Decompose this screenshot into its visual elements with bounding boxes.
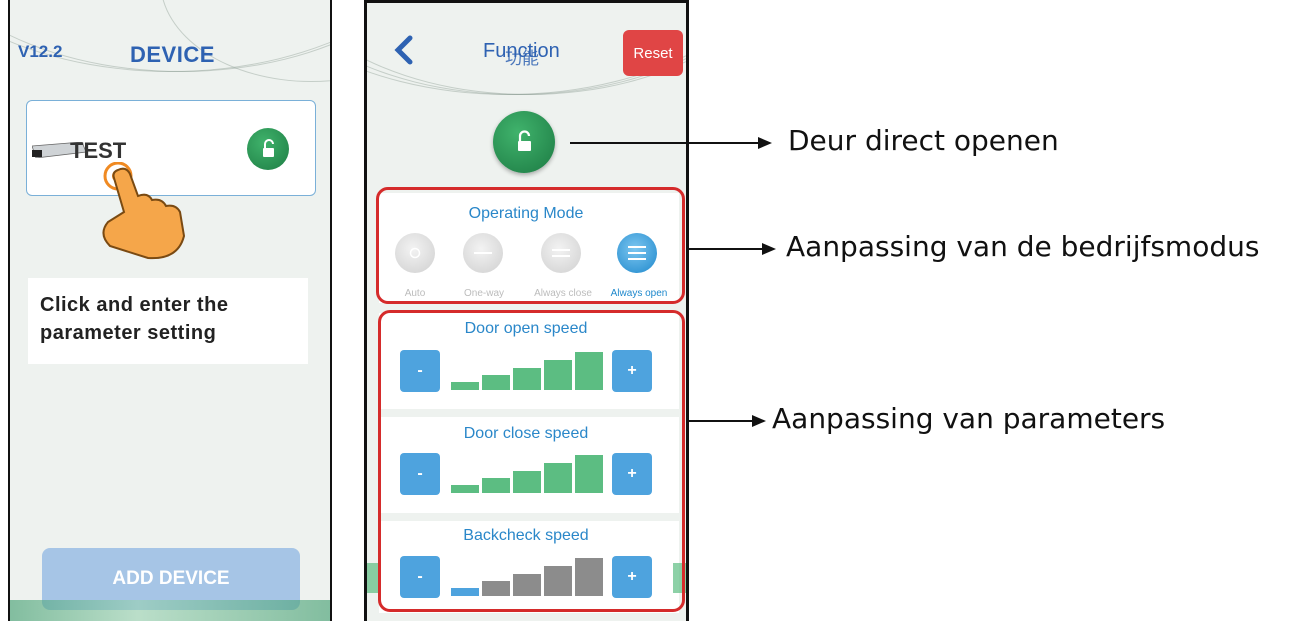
operating-mode-highlight [376,187,685,304]
app-version: V12.2 [18,42,63,61]
arrow-head-icon [758,137,772,149]
device-name: TEST [70,138,127,163]
page-title: Function 功能 [483,40,560,68]
parameters-highlight [378,310,685,612]
annotation-param-adjust: Aanpassing van parameters [772,402,1166,435]
annotation-mode-adjust: Aanpassing van de bedrijfsmodus [786,230,1260,263]
reset-button[interactable]: Reset [623,30,683,76]
instruction-text: Click and enter the [40,294,229,316]
unlock-icon [518,130,531,151]
instruction-panel [28,278,308,364]
page-title: DEVICE [130,42,215,67]
annotation-arrow-line [688,420,754,422]
annotation-arrow-line [570,142,760,144]
arrow-head-icon [752,415,766,427]
instruction-text: parameter setting [40,322,217,344]
page-title-overlay: 功能 [505,49,539,68]
unlock-icon [263,139,274,157]
tap-hand-icon [102,162,186,260]
annotation-open-door: Deur direct openen [788,124,1059,157]
bottom-decoration [10,600,330,621]
annotation-arrow-line [688,248,764,250]
back-button[interactable] [393,35,415,74]
arrow-head-icon [762,243,776,255]
unlock-button[interactable] [247,128,289,170]
device-screen: V12.2 DEVICE TEST Click and enter the pa… [8,0,332,621]
chevron-left-icon [394,35,413,65]
open-door-button[interactable] [493,111,555,173]
